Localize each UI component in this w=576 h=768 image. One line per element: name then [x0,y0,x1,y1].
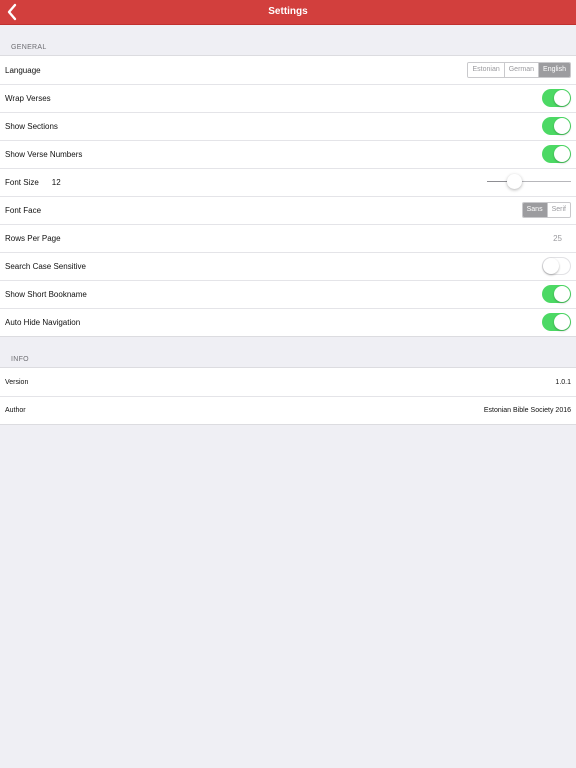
page-title: Settings [268,6,308,17]
wrap-verses-row: Wrap Verses [0,84,576,112]
version-value: 1.0.1 [555,378,571,386]
toggle-knob [554,286,570,302]
toggle-knob [543,258,559,274]
rows-per-page-row[interactable]: Rows Per Page 25 [0,224,576,252]
author-value: Estonian Bible Society 2016 [483,406,571,414]
show-short-bookname-label: Show Short Bookname [5,289,87,299]
author-row: Author Estonian Bible Society 2016 [0,396,576,424]
slider-thumb[interactable] [506,174,522,189]
font-size-slider[interactable] [487,173,571,191]
show-verse-numbers-row: Show Verse Numbers [0,140,576,168]
language-row: Language Estonian German English [0,56,576,84]
language-option-english[interactable]: English [538,63,570,77]
section-header-info: INFO [0,337,576,368]
toggle-knob [554,314,570,330]
search-case-sensitive-row: Search Case Sensitive [0,252,576,280]
author-label: Author [5,406,26,414]
auto-hide-navigation-label: Auto Hide Navigation [5,317,81,327]
info-group: Version 1.0.1 Author Estonian Bible Soci… [0,368,576,425]
rows-per-page-label: Rows Per Page [5,233,61,243]
font-face-row: Font Face Sans Serif [0,196,576,224]
font-face-segmented-control: Sans Serif [521,202,571,218]
toggle-knob [554,118,570,134]
search-case-sensitive-toggle[interactable] [542,257,571,275]
chevron-left-icon [7,3,17,21]
font-size-label: Font Size [5,177,39,187]
show-short-bookname-toggle[interactable] [542,285,571,303]
language-segmented-control: Estonian German English [467,62,571,78]
general-settings-group: Language Estonian German English Wrap Ve… [0,56,576,337]
show-verse-numbers-label: Show Verse Numbers [5,149,83,159]
language-option-estonian[interactable]: Estonian [468,63,504,77]
show-verse-numbers-toggle[interactable] [542,145,571,163]
font-face-option-sans[interactable]: Sans [522,203,547,217]
language-label: Language [5,65,41,75]
toggle-knob [554,146,570,162]
auto-hide-navigation-toggle[interactable] [542,313,571,331]
wrap-verses-toggle[interactable] [542,89,571,107]
show-short-bookname-row: Show Short Bookname [0,280,576,308]
show-sections-label: Show Sections [5,121,58,131]
version-row: Version 1.0.1 [0,368,576,396]
font-face-option-serif[interactable]: Serif [546,203,570,217]
rows-per-page-value[interactable]: 25 [553,234,571,243]
back-button[interactable] [4,2,22,22]
toggle-knob [554,90,570,106]
section-header-general: GENERAL [0,25,576,56]
auto-hide-navigation-row: Auto Hide Navigation [0,308,576,336]
search-case-sensitive-label: Search Case Sensitive [5,261,86,271]
show-sections-row: Show Sections [0,112,576,140]
language-option-german[interactable]: German [503,63,539,77]
navigation-bar: Settings [0,0,576,25]
version-label: Version [5,378,29,386]
wrap-verses-label: Wrap Verses [5,93,51,103]
font-size-row: Font Size 12 [0,168,576,196]
show-sections-toggle[interactable] [542,117,571,135]
font-size-value: 12 [51,177,61,187]
font-face-label: Font Face [5,205,42,215]
